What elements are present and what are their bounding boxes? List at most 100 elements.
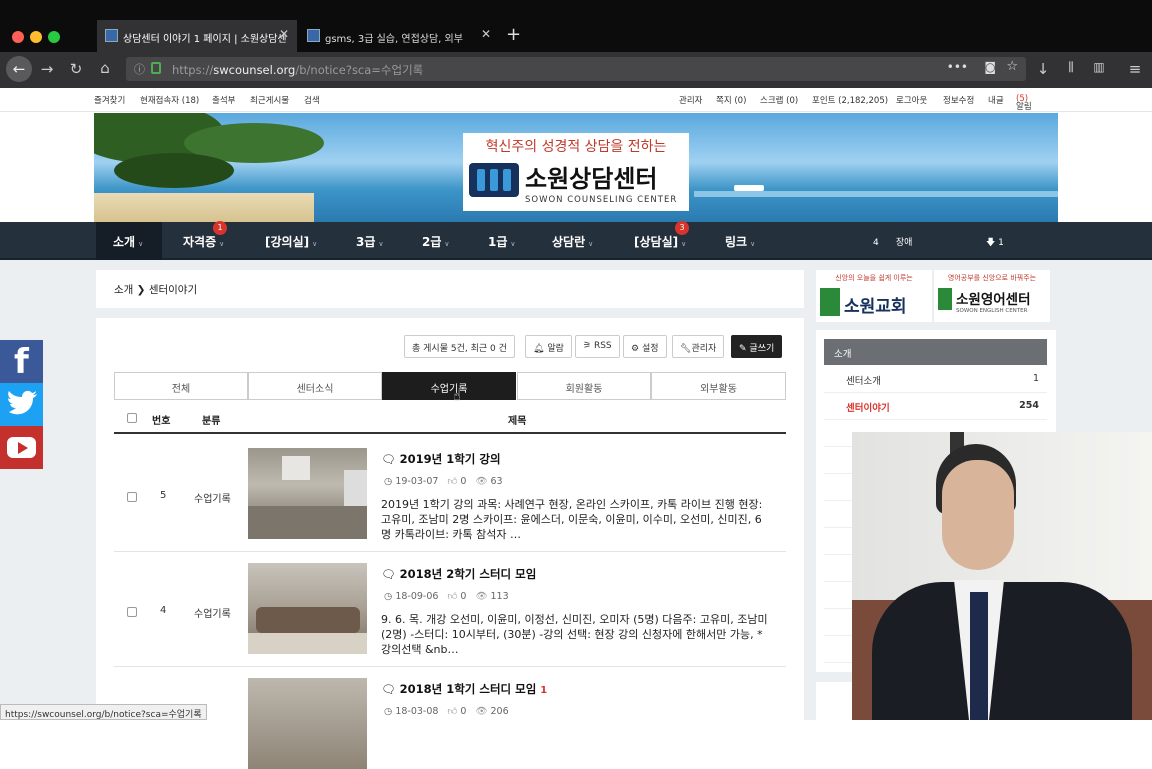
ship-shape xyxy=(734,185,764,191)
download-icon[interactable]: ↓ xyxy=(1032,60,1054,78)
menu-label: 1급 xyxy=(488,235,508,249)
write-button[interactable]: ✎ 글쓰기 xyxy=(731,335,783,358)
twitter-icon[interactable] xyxy=(0,383,43,426)
post-thumbnail[interactable] xyxy=(248,563,367,654)
link-my-posts[interactable]: 내글 xyxy=(988,94,1004,106)
minimize-window-button[interactable] xyxy=(30,31,42,43)
breadcrumb-parent[interactable]: 소개 xyxy=(114,284,133,296)
menu-hamburger-icon[interactable]: ≡ xyxy=(1124,60,1146,78)
link-points[interactable]: 포인트 (2,182,205) xyxy=(812,94,888,106)
menu-item-counseling-board[interactable]: 상담란 ∨ xyxy=(552,222,593,260)
menu-item-links[interactable]: 링크 ∨ xyxy=(725,222,755,260)
site-top-links: 즐겨찾기 현재접속자 (18) 출석부 최근게시물 검색 관리자 쪽지 (0) … xyxy=(0,88,1152,112)
alarm-button[interactable]: 🔔︎ 알람 xyxy=(525,335,572,358)
menu-item-level3[interactable]: 3급 ∨ xyxy=(356,222,384,260)
sidebar-toggle-icon[interactable]: ▥ xyxy=(1088,60,1110,74)
chevron-down-icon: ∨ xyxy=(219,240,225,248)
link-messages[interactable]: 쪽지 (0) xyxy=(716,94,746,106)
post-meta: ◷ 18-03-08 👍︎ 0 👁︎ 206 xyxy=(384,705,509,717)
row-checkbox[interactable] xyxy=(127,492,137,502)
zoom-window-button[interactable] xyxy=(48,31,60,43)
post-thumbnail[interactable] xyxy=(248,678,367,769)
menu-download-indicator[interactable]: 🡇 1 xyxy=(986,222,1004,260)
tab-active[interactable]: 상담센터 이야기 1 페이지 | 소원상담센 ✕ xyxy=(97,20,297,52)
link-favorites[interactable]: 즐겨찾기 xyxy=(94,94,125,106)
table-row[interactable]: 5 수업기록 🗨︎ 2019년 1학기 강의 ◷ 19-03-07 👍︎ 0 👁︎ 63… xyxy=(114,437,786,552)
menu-item-intro[interactable]: 소개 ∨ xyxy=(96,222,162,260)
post-likes: 0 xyxy=(460,706,467,717)
post-title[interactable]: 🗨︎ 2019년 1학기 강의 xyxy=(381,451,501,467)
link-scrap[interactable]: 스크랩 (0) xyxy=(760,94,798,106)
post-likes: 0 xyxy=(460,476,467,487)
post-number: 4 xyxy=(160,605,167,616)
tab-category-class-records[interactable]: 수업기록 xyxy=(382,372,516,400)
close-tab-icon[interactable]: ✕ xyxy=(279,27,289,41)
close-window-button[interactable] xyxy=(12,31,24,43)
post-views: 206 xyxy=(490,706,509,717)
youtube-icon[interactable] xyxy=(0,426,43,469)
site-logo[interactable]: 혁신주의 성경적 상담을 전하는 소원상담센터 SOWON COUNSELING… xyxy=(463,133,689,211)
settings-button[interactable]: ⚙ 설정 xyxy=(623,335,667,358)
chevron-down-icon: ∨ xyxy=(444,240,450,248)
tab-category-all[interactable]: 전체 xyxy=(114,372,248,400)
settings-label: 설정 xyxy=(641,344,659,354)
sidebar-item-center-story[interactable]: 센터이야기 254 xyxy=(824,393,1047,420)
menu-label: [강의실] xyxy=(265,235,310,249)
ad-name: 소원영어센터 xyxy=(956,292,1031,308)
facebook-icon[interactable]: f xyxy=(0,340,43,383)
admin-button[interactable]: 🔧︎관리자 xyxy=(672,335,725,358)
menu-item-level1[interactable]: 1급 ∨ xyxy=(488,222,516,260)
post-title[interactable]: 🗨︎ 2018년 1학기 스터디 모임 1 xyxy=(381,681,547,697)
menu-item-lecture-room[interactable]: [강의실] ∨ xyxy=(265,222,317,260)
menu-badge: 3 xyxy=(675,221,689,235)
rss-label: RSS xyxy=(593,341,612,351)
table-row[interactable]: 🗨︎ 2018년 1학기 스터디 모임 1 ◷ 18-03-08 👍︎ 0 👁︎ 206 xyxy=(114,667,786,769)
table-row[interactable]: 4 수업기록 🗨︎ 2018년 2학기 스터디 모임 ◷ 18-09-06 👍︎ 0… xyxy=(114,552,786,667)
link-admin[interactable]: 관리자 xyxy=(679,94,702,106)
close-tab-icon[interactable]: ✕ xyxy=(481,27,491,41)
ad-sowon-english-center[interactable]: 영어공부를 신앙으로 바꿔주는 소원영어센터 SOWON ENGLISH CEN… xyxy=(934,270,1050,322)
menu-status-indicator[interactable]: 4 장애 xyxy=(873,222,912,260)
link-edit-info[interactable]: 정보수정 xyxy=(943,94,974,106)
webcam-person-face xyxy=(942,460,1014,570)
tab-category-member-activity[interactable]: 회원활동 xyxy=(517,372,651,400)
ad-sowon-church[interactable]: 신앙의 오늘을 쉽게 이루는 소원교회 xyxy=(816,270,932,322)
forward-icon[interactable]: → xyxy=(36,60,58,78)
post-title[interactable]: 🗨︎ 2018년 2학기 스터디 모임 xyxy=(381,566,536,582)
menu-item-level2[interactable]: 2급 ∨ xyxy=(422,222,450,260)
sidebar-item-center-intro[interactable]: 센터소개 1 xyxy=(824,366,1047,393)
post-views: 63 xyxy=(490,476,503,487)
more-icon[interactable]: ••• xyxy=(947,60,968,74)
link-online-users[interactable]: 현재접속자 (18) xyxy=(140,94,199,106)
post-thumbnail[interactable] xyxy=(248,448,367,539)
reload-icon[interactable]: ↻ xyxy=(65,60,87,78)
rss-button[interactable]: ⚞ RSS xyxy=(575,335,620,358)
url-bar[interactable]: ⓘ https://swcounsel.org/b/notice?sca=수업기… xyxy=(126,57,1026,81)
people-group-shape xyxy=(256,607,360,633)
link-attendance[interactable]: 출석부 xyxy=(212,94,235,106)
library-icon[interactable]: ⫼ xyxy=(1060,60,1082,75)
menu-item-counseling-room[interactable]: [상담실] ∨ 3 xyxy=(634,221,689,260)
favicon-icon xyxy=(307,29,320,42)
back-button[interactable]: ← xyxy=(6,56,32,82)
select-all-checkbox[interactable] xyxy=(127,413,137,423)
home-icon[interactable]: ⌂ xyxy=(94,59,116,77)
link-search[interactable]: 검색 xyxy=(304,94,320,106)
tab-category-external-activity[interactable]: 외부활동 xyxy=(651,372,786,400)
chevron-down-icon: ∨ xyxy=(378,240,384,248)
menu-item-certificate[interactable]: 자격증 ∨ 1 xyxy=(183,221,227,260)
row-checkbox[interactable] xyxy=(127,607,137,617)
link-logout[interactable]: 로그아웃 xyxy=(896,94,927,106)
link-recent-posts[interactable]: 최근게시물 xyxy=(250,94,289,106)
link-notifications[interactable]: 알림 (5) xyxy=(1016,94,1032,112)
lock-icon xyxy=(151,62,161,74)
col-category: 분류 xyxy=(202,416,221,427)
bookmark-star-icon[interactable]: ☆ xyxy=(1006,59,1018,74)
beach-sand xyxy=(94,193,314,222)
menu-label: [상담실] xyxy=(634,235,679,249)
info-icon[interactable]: ⓘ xyxy=(134,61,145,77)
tab-category-news[interactable]: 센터소식 xyxy=(248,372,382,400)
new-tab-icon[interactable]: + xyxy=(506,24,521,45)
tab-second[interactable]: gsms, 3급 실습, 연접상담, 외부 ✕ xyxy=(299,20,499,52)
pocket-icon[interactable]: ◙ xyxy=(984,60,996,74)
